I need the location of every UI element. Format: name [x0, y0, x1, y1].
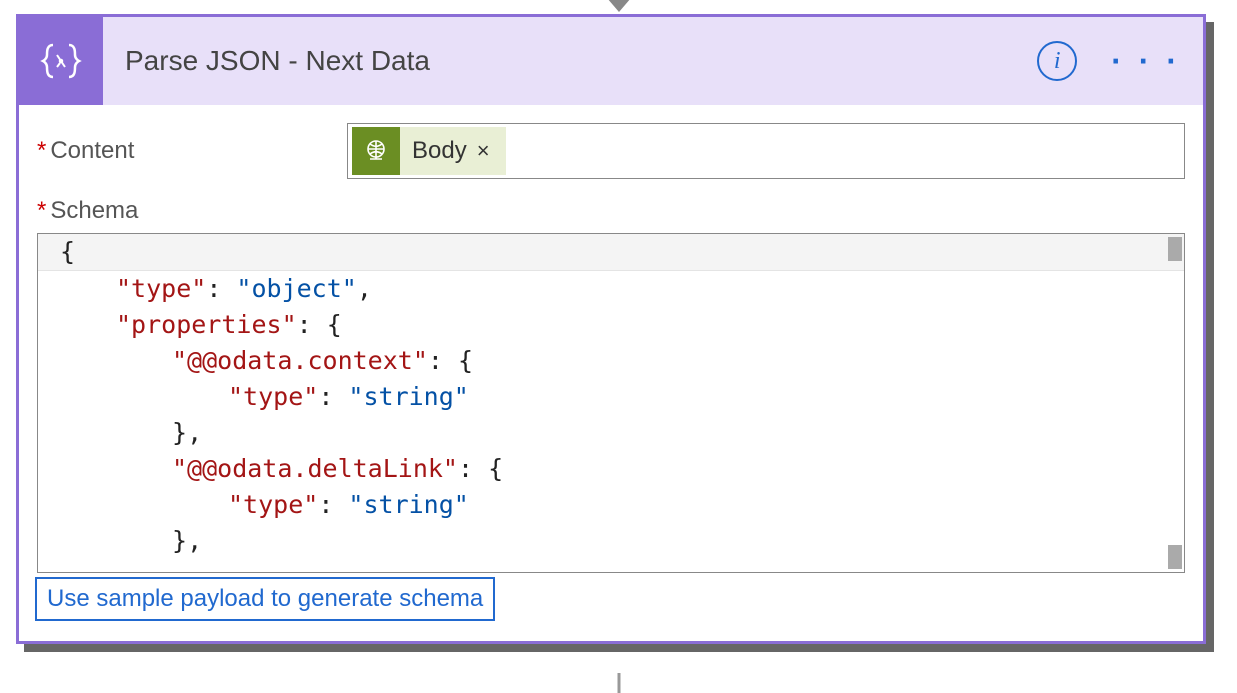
- required-mark: *: [37, 197, 46, 224]
- card-header-actions: i · · ·: [1037, 41, 1181, 81]
- action-icon-container: [19, 17, 103, 105]
- connector-arrow-in: [607, 0, 631, 12]
- json-braces-icon: [37, 37, 85, 85]
- content-label: *Content: [37, 137, 347, 165]
- token-label: Body: [412, 137, 467, 165]
- connector-line-out: [617, 673, 620, 693]
- generate-schema-link[interactable]: Use sample payload to generate schema: [35, 577, 495, 621]
- card-body: *Content Body × *Schem: [19, 105, 1203, 641]
- content-input[interactable]: Body ×: [347, 123, 1185, 179]
- content-token-body[interactable]: Body ×: [352, 127, 506, 175]
- card-title: Parse JSON - Next Data: [125, 45, 430, 77]
- field-row-schema-label: *Schema: [37, 197, 1185, 225]
- required-mark: *: [37, 137, 46, 164]
- card-header: Parse JSON - Next Data i · · ·: [19, 17, 1203, 105]
- schema-code-editor[interactable]: {"type": "object","properties": {"@@odat…: [37, 233, 1185, 573]
- more-menu-icon[interactable]: · · ·: [1111, 56, 1181, 66]
- scrollbar-thumb-bottom[interactable]: [1168, 545, 1182, 569]
- scrollbar-thumb-top[interactable]: [1168, 237, 1182, 261]
- action-card-parse-json: Parse JSON - Next Data i · · · *Content: [16, 14, 1206, 644]
- code-content: {"type": "object","properties": {"@@odat…: [38, 234, 1184, 559]
- info-icon[interactable]: i: [1037, 41, 1077, 81]
- token-remove-icon[interactable]: ×: [477, 138, 490, 164]
- schema-label: *Schema: [37, 197, 347, 225]
- globe-icon: [352, 127, 400, 175]
- field-row-content: *Content Body ×: [37, 123, 1185, 179]
